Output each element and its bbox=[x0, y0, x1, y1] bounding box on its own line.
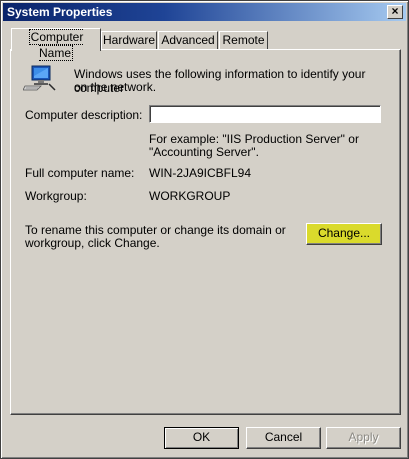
tab-remote-label: Remote bbox=[222, 33, 265, 47]
tab-computer-name[interactable]: Computer Name bbox=[11, 28, 101, 61]
full-computer-name-label: Full computer name: bbox=[25, 166, 135, 180]
window-title: System Properties bbox=[7, 5, 113, 19]
example-text-line1: For example: "IIS Production Server" or bbox=[149, 132, 359, 146]
cancel-button[interactable]: Cancel bbox=[246, 427, 321, 449]
full-computer-name-value: WIN-2JA9ICBFL94 bbox=[149, 166, 252, 180]
tab-hardware[interactable]: Hardware bbox=[101, 31, 157, 49]
workgroup-label: Workgroup: bbox=[25, 189, 87, 203]
apply-button[interactable]: Apply bbox=[326, 427, 401, 449]
change-button[interactable]: Change... bbox=[306, 223, 382, 245]
system-properties-window: System Properties × Computer Name Hardwa… bbox=[0, 0, 409, 459]
rename-text-line1: To rename this computer or change its do… bbox=[25, 223, 286, 237]
intro-text-line2: on the network. bbox=[74, 80, 157, 94]
tab-hardware-label: Hardware bbox=[102, 33, 156, 47]
computer-network-icon bbox=[23, 65, 56, 91]
example-text-line2: "Accounting Server". bbox=[149, 145, 259, 159]
title-bar[interactable]: System Properties × bbox=[3, 3, 406, 21]
tab-remote[interactable]: Remote bbox=[219, 31, 268, 49]
close-button[interactable]: × bbox=[387, 5, 403, 19]
computer-description-input[interactable] bbox=[149, 105, 381, 123]
computer-description-label: Computer description: bbox=[25, 108, 143, 122]
rename-text-line2: workgroup, click Change. bbox=[25, 236, 160, 250]
tab-advanced-label: Advanced bbox=[161, 33, 215, 47]
close-icon: × bbox=[391, 4, 399, 18]
tab-advanced[interactable]: Advanced bbox=[158, 31, 218, 49]
workgroup-value: WORKGROUP bbox=[149, 189, 231, 203]
ok-button[interactable]: OK bbox=[164, 427, 239, 449]
